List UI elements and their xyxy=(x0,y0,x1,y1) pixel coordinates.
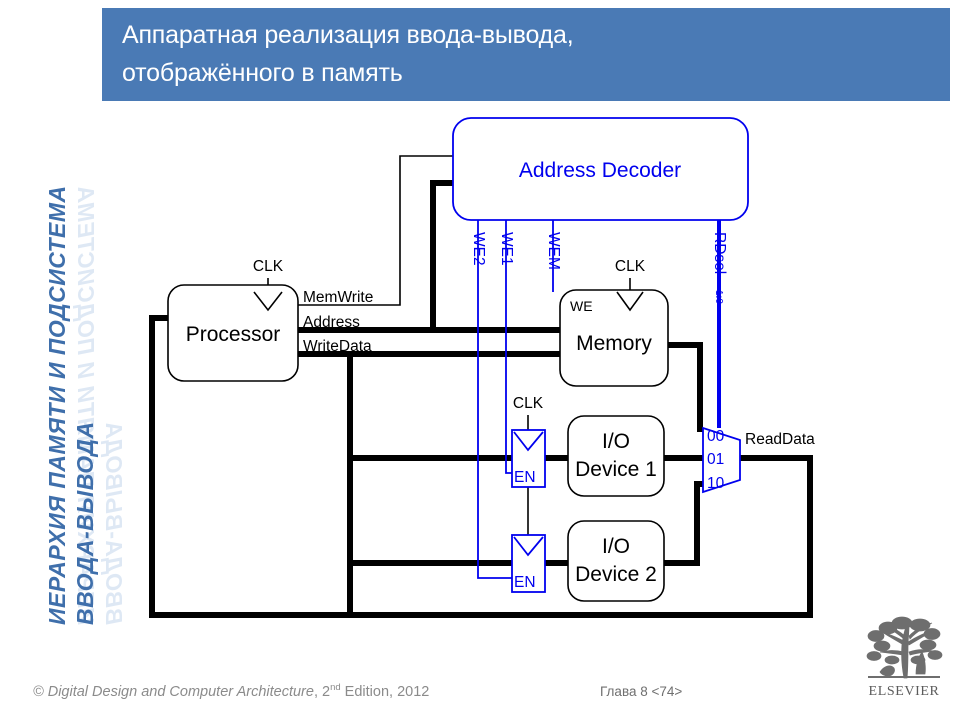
label-we1: WE1 xyxy=(498,232,515,266)
wire-io2-to-mux xyxy=(664,481,703,566)
footer-edition-sup: nd xyxy=(330,682,341,693)
io-device-2-body[interactable] xyxy=(567,520,665,602)
mux-input-label-01: 01 xyxy=(707,451,724,468)
label-rdsel: RDsel xyxy=(711,232,728,274)
footer-chapter-number: Глава 8 <74> xyxy=(600,684,683,699)
io-device-2-label-line2: Device 2 xyxy=(575,563,657,586)
wire-address-to-decoder xyxy=(430,180,455,330)
label-readdata: ReadData xyxy=(745,431,815,448)
elsevier-tree-icon xyxy=(866,616,943,679)
io-device-2-label-line1: I/O xyxy=(602,535,630,558)
block-processor[interactable]: Processor xyxy=(167,284,299,382)
label-rdsel-subscript: 1:0 xyxy=(713,290,724,304)
label-en-register-clk: CLK xyxy=(513,395,544,412)
label-processor-clk: CLK xyxy=(253,258,284,275)
en-register-2[interactable]: EN xyxy=(511,534,546,593)
memory-mapped-io-diagram: Address Decoder Processor WE Memory I/O … xyxy=(149,117,815,618)
elsevier-wordmark: ELSEVIER xyxy=(868,684,940,699)
memory-label: Memory xyxy=(576,332,652,355)
memory-we-port-label: WE xyxy=(570,298,593,314)
block-memory[interactable]: WE Memory xyxy=(559,289,669,387)
footer-copyright-symbol: © xyxy=(33,683,48,700)
elsevier-logo: ELSEVIER xyxy=(862,616,946,702)
block-io-device-2[interactable]: I/O Device 2 xyxy=(567,520,665,602)
label-wem: WEM xyxy=(545,232,562,270)
footer-copyright: © Digital Design and Computer Architectu… xyxy=(33,682,429,700)
footer-edition-post: Edition, 2012 xyxy=(340,683,430,700)
block-io-device-1[interactable]: I/O Device 1 xyxy=(567,415,665,497)
label-memory-clk: CLK xyxy=(615,258,646,275)
address-decoder-label: Address Decoder xyxy=(519,159,681,182)
wire-label-group: CLK MemWrite Address WriteData CLK CLK R… xyxy=(253,232,815,448)
io-device-1-body[interactable] xyxy=(567,415,665,497)
block-address-decoder[interactable]: Address Decoder xyxy=(452,117,749,221)
label-address: Address xyxy=(303,314,360,331)
label-memwrite: MemWrite xyxy=(303,289,373,306)
io-device-1-label-line2: Device 1 xyxy=(575,458,657,481)
readdata-mux[interactable]: 00 01 10 xyxy=(702,426,741,494)
footer-copyright-title: Digital Design and Computer Architecture xyxy=(47,683,314,700)
io-device-1-label-line1: I/O xyxy=(602,430,630,453)
wire-memory-out-to-mux xyxy=(668,342,703,432)
label-writedata: WriteData xyxy=(303,338,372,355)
mux-input-label-00: 00 xyxy=(707,428,725,445)
label-we2: WE2 xyxy=(470,232,487,266)
processor-label: Processor xyxy=(186,323,281,346)
mux-input-label-10: 10 xyxy=(707,475,725,492)
en-register-1[interactable]: EN xyxy=(511,429,546,488)
en-register-2-label: EN xyxy=(514,574,536,591)
footer-edition-pre: , 2 xyxy=(313,683,331,700)
en-register-1-label: EN xyxy=(514,469,536,486)
